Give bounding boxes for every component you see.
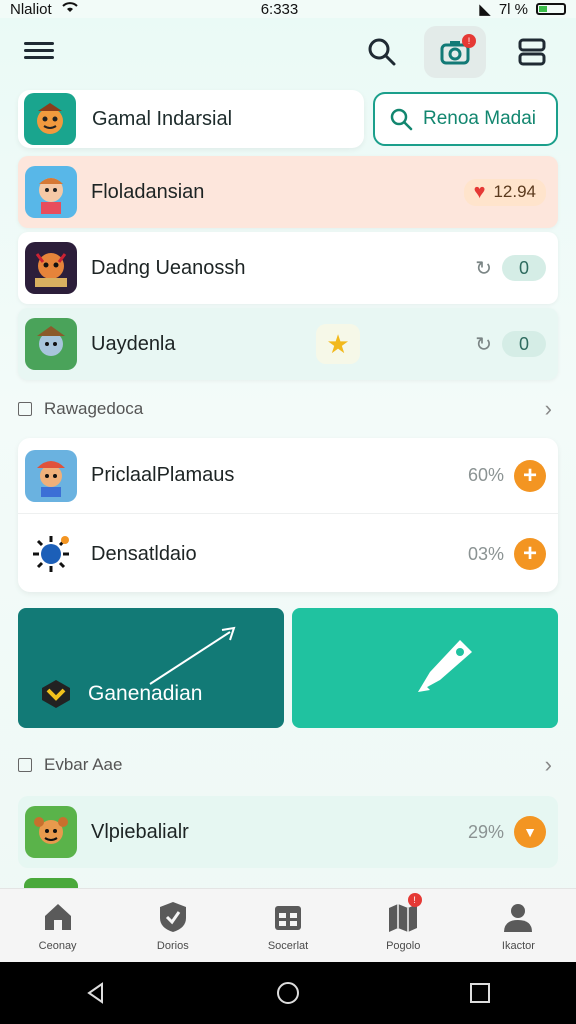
back-icon[interactable] xyxy=(66,968,126,1018)
list-item[interactable]: PriclaalPlamaus 60% + xyxy=(18,438,558,514)
tab-label: Ceonay xyxy=(38,939,77,952)
item-title: PriclaalPlamaus xyxy=(91,464,235,486)
rocket-icon xyxy=(418,640,472,692)
search-button[interactable]: Renoa Madai xyxy=(373,92,558,146)
item-title: Uaydenla xyxy=(91,332,176,355)
checkbox[interactable] xyxy=(18,402,32,416)
tab-schedule[interactable]: Socerlat xyxy=(230,889,345,962)
heart-icon: ♥ xyxy=(473,180,486,203)
count-badge: 0 xyxy=(502,255,546,281)
section-header[interactable]: Rawagedoca › xyxy=(18,394,558,424)
camera-badge: ! xyxy=(462,34,476,48)
section-label: Evbar Aae xyxy=(44,755,123,774)
feature-tile-right[interactable] xyxy=(292,608,558,728)
refresh-icon[interactable]: ↻ xyxy=(475,256,492,281)
location-icon: ◣ xyxy=(479,1,491,18)
battery-icon xyxy=(536,3,566,15)
menu-icon[interactable] xyxy=(24,38,54,64)
app-icon xyxy=(25,242,77,294)
list-item[interactable]: Floladansian ♥ 12.94 xyxy=(18,156,558,228)
list-item[interactable]: Uaydenla ★ ↻ 0 xyxy=(18,308,558,380)
list-item[interactable]: Vlpiebalialr 29% ▼ xyxy=(18,796,558,868)
app-icon xyxy=(25,166,77,218)
tile-label: Ganenadian xyxy=(88,682,203,705)
search-icon xyxy=(390,108,413,131)
badge-icon xyxy=(42,680,70,708)
shield-icon xyxy=(159,901,186,932)
tab-home[interactable]: Ceonay xyxy=(0,889,115,962)
percent-label: 60% xyxy=(467,465,504,485)
count-badge: 0 xyxy=(502,331,546,357)
add-button[interactable]: + xyxy=(514,459,546,492)
checkbox[interactable] xyxy=(18,758,32,772)
percent-label: 03% xyxy=(467,543,504,564)
chevron-right-icon[interactable]: › xyxy=(545,396,552,422)
tab-map[interactable]: ! Pogolo xyxy=(346,889,461,962)
tab-label: Socerlat xyxy=(267,939,309,952)
star-icon: ★ xyxy=(316,324,360,364)
search-icon[interactable] xyxy=(360,30,404,74)
home-icon xyxy=(44,903,71,930)
trend-line-icon xyxy=(149,626,236,685)
feature-tile-left[interactable]: Ganenadian xyxy=(18,608,284,728)
app-icon xyxy=(25,528,77,580)
tab-label: Ikactor xyxy=(501,939,535,952)
app-group: PriclaalPlamaus 60% + Densatldaio 03% + xyxy=(18,438,558,592)
profile-avatar xyxy=(24,93,76,145)
battery-label: 7l % xyxy=(498,0,528,18)
calendar-icon xyxy=(275,905,301,930)
item-title: Vlpiebalialr xyxy=(91,820,189,843)
camera-button[interactable]: ! xyxy=(424,26,486,78)
app-icon xyxy=(25,449,77,502)
tab-bar: Ceonay Dorios Socerlat ! Pogolo Ikactor xyxy=(0,888,576,962)
profile-name: Gamal Indarsial xyxy=(92,107,233,130)
clock: 6:333 xyxy=(260,0,299,18)
system-nav-bar xyxy=(0,962,576,1024)
server-icon[interactable] xyxy=(510,30,554,74)
user-icon xyxy=(504,903,533,932)
item-title: Dadng Ueanossh xyxy=(91,256,246,279)
section-label: Rawagedoca xyxy=(44,399,144,418)
wifi-icon xyxy=(60,0,80,18)
top-bar: ! xyxy=(0,24,576,80)
score-value: 12.94 xyxy=(493,182,536,201)
score-badge: ♥ 12.94 xyxy=(463,178,546,206)
header-row: Gamal Indarsial Renoa Madai xyxy=(18,90,558,148)
tab-devices[interactable]: Dorios xyxy=(115,889,230,962)
list-item[interactable]: Dadng Ueanossh ↻ 0 xyxy=(18,232,558,304)
percent-label: 29% xyxy=(467,821,504,842)
refresh-icon[interactable]: ↻ xyxy=(475,332,492,357)
tab-profile[interactable]: Ikactor xyxy=(461,889,576,962)
app-icon xyxy=(25,806,77,858)
add-button[interactable]: + xyxy=(514,538,546,570)
search-button-label: Renoa Madai xyxy=(423,108,537,129)
chevron-right-icon[interactable]: › xyxy=(545,752,552,778)
carrier-label: Nlaliot xyxy=(10,0,52,18)
profile-card[interactable]: Gamal Indarsial xyxy=(18,90,364,148)
tab-badge: ! xyxy=(407,893,422,907)
section-header[interactable]: Evbar Aae › xyxy=(18,750,558,780)
status-bar: Nlaliot 6:333 ◣ 7l % xyxy=(0,0,576,18)
tab-label: Pogolo xyxy=(386,939,421,952)
item-title: Densatldaio xyxy=(91,542,197,565)
item-title: Floladansian xyxy=(91,180,205,203)
recents-icon[interactable] xyxy=(450,968,510,1018)
tab-label: Dorios xyxy=(156,939,189,952)
chevron-down-icon[interactable]: ▼ xyxy=(514,816,546,848)
list-item[interactable]: Densatldaio 03% + xyxy=(18,516,558,592)
home-button-icon[interactable] xyxy=(258,968,318,1018)
app-icon xyxy=(25,318,77,370)
